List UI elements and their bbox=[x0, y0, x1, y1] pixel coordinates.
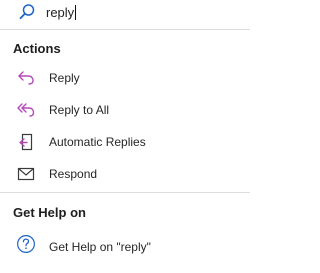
search-divider bbox=[0, 29, 250, 30]
section-title-actions: Actions bbox=[13, 41, 61, 56]
search-input[interactable]: reply bbox=[46, 5, 77, 20]
menu-item-get-help[interactable]: Get Help on "reply" bbox=[0, 230, 250, 262]
search-input-value: reply bbox=[46, 5, 75, 20]
section-title-help: Get Help on bbox=[13, 205, 86, 220]
menu-item-label: Get Help on "reply" bbox=[49, 240, 151, 254]
menu-item-label: Respond bbox=[49, 167, 98, 181]
search-icon bbox=[18, 3, 36, 21]
menu-item-respond[interactable]: Respond bbox=[0, 158, 250, 190]
menu-item-reply-to-all[interactable]: Reply to All bbox=[0, 94, 250, 126]
menu-item-label: Automatic Replies bbox=[49, 135, 146, 149]
reply-icon bbox=[16, 69, 36, 87]
menu-item-label: Reply to All bbox=[49, 103, 110, 117]
menu-item-automatic-replies[interactable]: Automatic Replies bbox=[0, 126, 250, 158]
menu-item-label: Reply bbox=[49, 71, 80, 85]
menu-item-reply[interactable]: Reply bbox=[0, 62, 250, 94]
text-cursor bbox=[75, 5, 77, 20]
search-bar[interactable]: reply bbox=[0, 0, 250, 27]
section-divider bbox=[0, 192, 250, 193]
help-icon bbox=[16, 235, 36, 253]
reply-all-icon bbox=[16, 101, 36, 119]
envelope-icon bbox=[16, 165, 36, 183]
automatic-replies-icon bbox=[16, 133, 36, 151]
